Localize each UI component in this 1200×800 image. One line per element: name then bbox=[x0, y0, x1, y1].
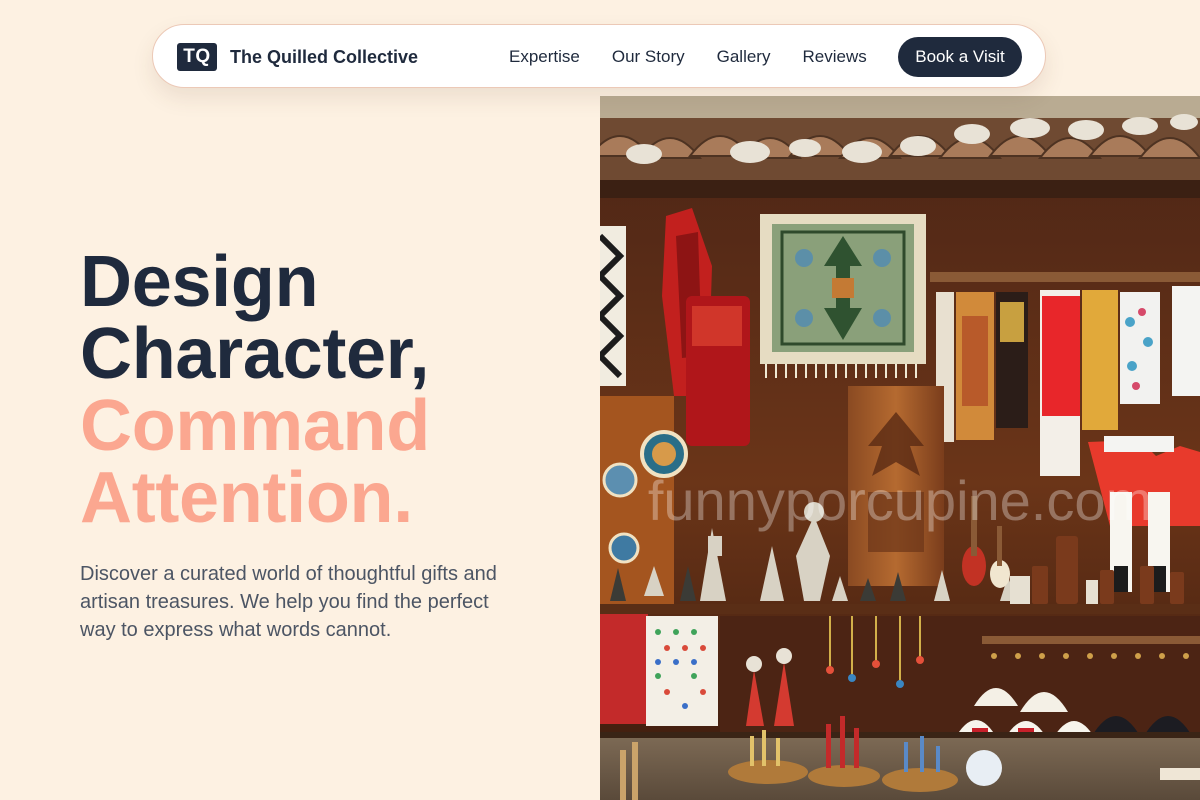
roof-tiles bbox=[600, 114, 1200, 198]
jewelry-board bbox=[600, 614, 718, 726]
image-watermark: funnyporcupine.com bbox=[648, 469, 1152, 532]
hero-description: Discover a curated world of thoughtful g… bbox=[80, 563, 497, 641]
market-stall-illustration: funnyporcupine.com bbox=[600, 96, 1200, 800]
nav-link-our-story[interactable]: Our Story bbox=[612, 45, 685, 69]
nav-link-reviews[interactable]: Reviews bbox=[802, 45, 866, 69]
left-kilim bbox=[600, 226, 626, 386]
site-header: TQ The Quilled Collective Expertise Our … bbox=[152, 24, 1046, 88]
hero-headline-accent-line: Attention. bbox=[80, 458, 413, 538]
main-nav: Expertise Our Story Gallery Reviews bbox=[509, 45, 867, 69]
nav-link-expertise[interactable]: Expertise bbox=[509, 45, 580, 69]
hero-image-market-stall: funnyporcupine.com bbox=[600, 96, 1200, 800]
hero-headline-line: Design bbox=[80, 242, 319, 322]
brand-logo-mark[interactable]: TQ bbox=[177, 43, 217, 71]
hero-headline: Design Character, Command Attention. bbox=[80, 246, 430, 534]
hero-headline-line: Character, bbox=[80, 314, 430, 394]
book-visit-button[interactable]: Book a Visit bbox=[898, 37, 1022, 77]
nav-link-gallery[interactable]: Gallery bbox=[717, 45, 771, 69]
brand-name[interactable]: The Quilled Collective bbox=[230, 45, 418, 69]
green-kilim-rug bbox=[760, 214, 926, 378]
hero-headline-accent-line: Command bbox=[80, 386, 430, 466]
